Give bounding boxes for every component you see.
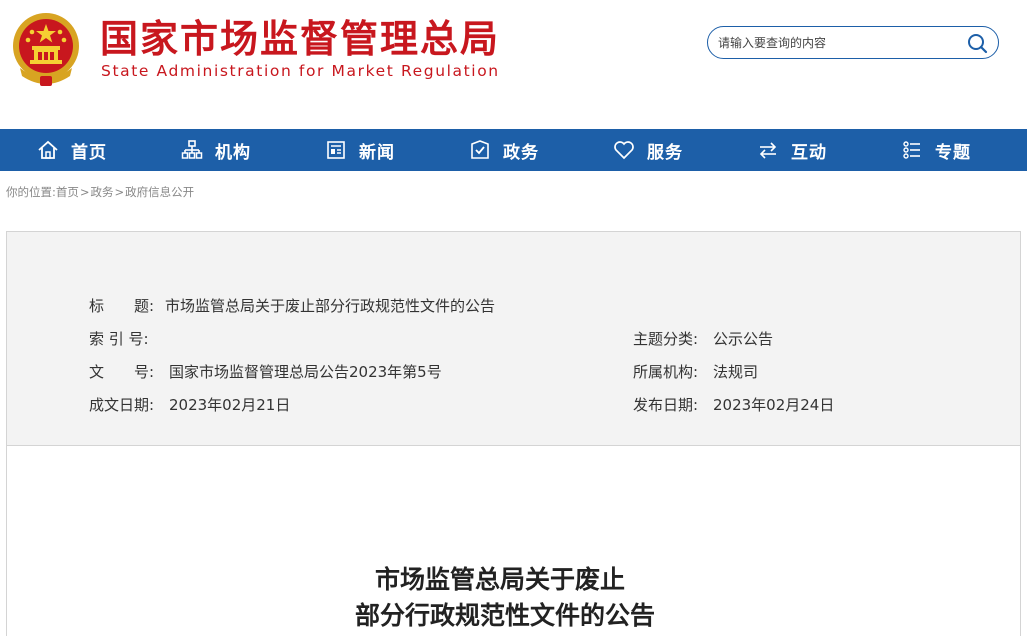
breadcrumb-link-info-disclosure[interactable]: 政府信息公开 xyxy=(125,185,194,199)
breadcrumb-separator: > xyxy=(114,185,125,199)
nav-label: 新闻 xyxy=(359,142,395,163)
search-icon[interactable] xyxy=(966,32,988,54)
meta-index-label: 索 引 号: xyxy=(89,330,149,348)
meta-created-label: 成文日期: xyxy=(89,396,155,414)
nav-item-services[interactable]: 服务 xyxy=(576,129,720,171)
nav-item-interaction[interactable]: 互动 xyxy=(720,129,864,171)
meta-org-value: 法规司 xyxy=(713,363,759,381)
meta-category-label: 主题分类: xyxy=(633,330,699,348)
document-title-line-2: 部分行政规范性文件的公告 xyxy=(355,601,656,630)
exchange-arrows-icon xyxy=(757,139,779,161)
home-icon xyxy=(37,139,59,161)
meta-published-label: 发布日期: xyxy=(633,396,699,414)
meta-category-value: 公示公告 xyxy=(713,330,774,348)
meta-docno-label: 文 号: xyxy=(89,363,155,381)
meta-title-row: 标 题: 市场监管总局关于废止部分行政规范性文件的公告 xyxy=(89,296,495,316)
meta-org-label: 所属机构: xyxy=(633,363,699,381)
national-emblem-icon[interactable] xyxy=(10,10,82,88)
nav-label: 服务 xyxy=(647,142,683,163)
meta-org-row: 所属机构: 法规司 xyxy=(633,362,758,382)
government-affairs-icon xyxy=(469,139,491,161)
site-header: 国家市场监督管理总局 State Administration for Mark… xyxy=(0,0,1027,129)
breadcrumb-separator: > xyxy=(79,185,90,199)
meta-index-row: 索 引 号: xyxy=(89,329,169,349)
meta-published-row: 发布日期: 2023年02月24日 xyxy=(633,395,834,415)
nav-label: 互动 xyxy=(791,142,827,163)
nav-item-news[interactable]: 新闻 xyxy=(288,129,432,171)
site-title-en[interactable]: State Administration for Market Regulati… xyxy=(101,62,500,80)
breadcrumb-prefix: 你的位置: xyxy=(6,185,56,199)
nav-label: 专题 xyxy=(935,142,971,163)
org-chart-icon xyxy=(181,139,203,161)
breadcrumb: 你的位置:首页>政务>政府信息公开 xyxy=(6,184,194,200)
site-title-cn[interactable]: 国家市场监督管理总局 xyxy=(100,16,500,62)
nav-item-organization[interactable]: 机构 xyxy=(144,129,288,171)
meta-docno-row: 文 号: 国家市场监督管理总局公告2023年第5号 xyxy=(89,362,442,382)
document-title-line-1: 市场监管总局关于废止 xyxy=(375,565,626,594)
main-nav: 首页 机构 新闻 政务 服务 互动 专题 xyxy=(0,129,1027,171)
meta-docno-value: 国家市场监督管理总局公告2023年第5号 xyxy=(169,363,442,381)
document-metadata: 标 题: 市场监管总局关于废止部分行政规范性文件的公告 索 引 号: 主题分类: 公… xyxy=(7,232,1020,446)
nav-item-topics[interactable]: 专题 xyxy=(864,129,1008,171)
newspaper-icon xyxy=(325,139,347,161)
topics-list-icon xyxy=(901,139,923,161)
heart-icon xyxy=(613,139,635,161)
meta-title-label: 标 题: xyxy=(89,297,155,315)
search-input[interactable] xyxy=(718,33,958,53)
nav-item-government-affairs[interactable]: 政务 xyxy=(432,129,576,171)
nav-label: 政务 xyxy=(503,142,539,163)
article-frame: 标 题: 市场监管总局关于废止部分行政规范性文件的公告 索 引 号: 主题分类: 公… xyxy=(6,231,1021,636)
meta-title-value: 市场监管总局关于废止部分行政规范性文件的公告 xyxy=(165,297,496,315)
breadcrumb-link-affairs[interactable]: 政务 xyxy=(91,185,114,199)
meta-category-row: 主题分类: 公示公告 xyxy=(633,329,773,349)
nav-item-home[interactable]: 首页 xyxy=(0,129,144,171)
search-box xyxy=(707,26,999,59)
nav-label: 机构 xyxy=(215,142,251,163)
breadcrumb-link-home[interactable]: 首页 xyxy=(56,185,79,199)
meta-published-value: 2023年02月24日 xyxy=(713,396,835,414)
meta-created-row: 成文日期: 2023年02月21日 xyxy=(89,395,290,415)
meta-created-value: 2023年02月21日 xyxy=(169,396,291,414)
nav-label: 首页 xyxy=(71,142,107,163)
